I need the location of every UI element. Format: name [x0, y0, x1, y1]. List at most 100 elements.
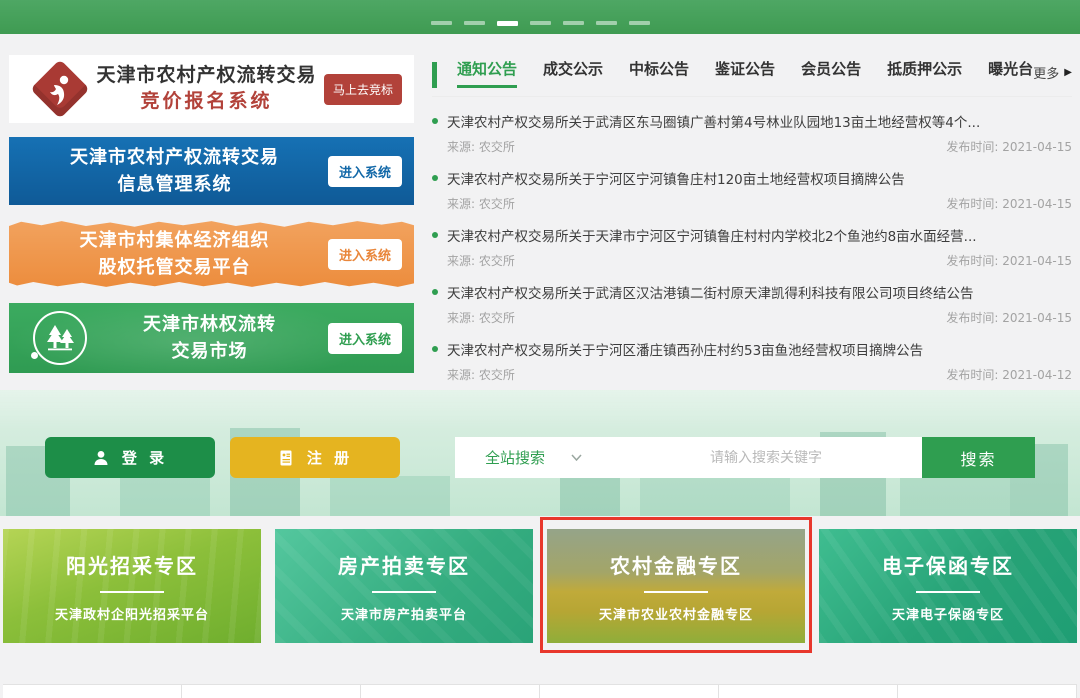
source-label: 来源: — [447, 311, 475, 325]
equity-trusteeship-line1: 天津市村集体经济组织 — [21, 227, 328, 254]
carousel-dot[interactable] — [596, 21, 617, 25]
time-value: 2021-04-15 — [1002, 197, 1072, 211]
login-button[interactable]: 登 录 — [45, 437, 215, 478]
bottom-cell[interactable] — [540, 684, 719, 698]
time-label: 发布时间: — [946, 254, 998, 268]
forest-rights-enter-button[interactable]: 进入系统 — [328, 323, 402, 354]
announcement-title[interactable]: 天津农村产权交易所关于武清区东马圈镇广善村第4号林业队园地13亩土地经营权等4个… — [447, 111, 980, 131]
announcement-meta: 来源: 农交所 发布时间: 2021-04-15 — [432, 252, 1072, 269]
bidding-system-text: 天津市农村产权流转交易 竞价报名系统 — [95, 63, 318, 114]
announcement-source: 来源: 农交所 — [447, 366, 515, 383]
announcement-tab[interactable]: 中标公告 — [629, 58, 689, 88]
hero-section: 登 录 注 册 全站搜索 — [0, 390, 1080, 516]
forest-rights-line2: 交易市场 — [91, 338, 328, 365]
carousel-dot[interactable] — [530, 21, 551, 25]
source-label: 来源: — [447, 254, 475, 268]
bullet-icon — [432, 346, 438, 352]
zone-divider — [916, 591, 980, 593]
time-label: 发布时间: — [946, 368, 998, 382]
bullet-icon — [432, 289, 438, 295]
announcement-title[interactable]: 天津农村产权交易所关于天津市宁河区宁河镇鲁庄村村内学校北2个鱼池约8亩水面经营.… — [447, 225, 977, 245]
zone-title: 阳光招采专区 — [3, 550, 261, 579]
announcement-source: 来源: 农交所 — [447, 195, 515, 212]
more-label: 更多 — [1033, 63, 1059, 82]
bidding-system-card[interactable]: 天津市农村产权流转交易 竞价报名系统 马上去竞标 — [9, 55, 414, 123]
announcement-tab[interactable]: 曝光台 — [988, 58, 1033, 88]
zone-card[interactable]: 电子保函专区 天津电子保函专区 — [819, 529, 1077, 643]
time-label: 发布时间: — [946, 140, 998, 154]
forest-trees-icon — [33, 311, 87, 365]
announcement-tab-bar: 通知公告 成交公示 中标公告 鉴证公告 会员公告 抵质押公示 曝光台 更多 ▶ — [432, 58, 1072, 97]
bidding-system-title: 天津市农村产权流转交易 — [95, 63, 318, 89]
search-bar: 全站搜索 搜索 — [455, 437, 1035, 478]
time-value: 2021-04-15 — [1002, 140, 1072, 154]
info-management-enter-button[interactable]: 进入系统 — [328, 156, 402, 187]
forest-rights-text: 天津市林权流转 交易市场 — [91, 311, 328, 365]
more-link[interactable]: 更多 ▶ — [1033, 63, 1072, 88]
announcement-item[interactable]: 天津农村产权交易所关于宁河区潘庄镇西孙庄村约53亩鱼池经营权项目摘牌公告 来源:… — [432, 339, 1072, 383]
carousel-dot[interactable] — [497, 21, 518, 26]
zone-title: 房产拍卖专区 — [275, 550, 533, 579]
bottom-cell[interactable] — [719, 684, 898, 698]
carousel-dot[interactable] — [563, 21, 584, 25]
homepage: 天津市农村产权流转交易 竞价报名系统 马上去竞标 天津市农村产权流转交易 信息管… — [0, 0, 1080, 698]
zone-card[interactable]: 农村金融专区 天津市农业农村金融专区 — [547, 529, 805, 643]
search-input[interactable] — [610, 450, 922, 466]
announcement-title[interactable]: 天津农村产权交易所关于宁河区宁河镇鲁庄村120亩土地经营权项目摘牌公告 — [447, 168, 905, 188]
announcement-item[interactable]: 天津农村产权交易所关于天津市宁河区宁河镇鲁庄村村内学校北2个鱼池约8亩水面经营.… — [432, 225, 1072, 269]
source-value: 农交所 — [479, 197, 515, 211]
announcement-meta: 来源: 农交所 发布时间: 2021-04-15 — [432, 138, 1072, 155]
announcement-source: 来源: 农交所 — [447, 138, 515, 155]
bottom-cell[interactable] — [182, 684, 361, 698]
time-value: 2021-04-15 — [1002, 311, 1072, 325]
left-column: 天津市农村产权流转交易 竞价报名系统 马上去竞标 天津市农村产权流转交易 信息管… — [9, 55, 414, 373]
announcement-title[interactable]: 天津农村产权交易所关于武清区汉沽港镇二街村原天津凯得利科技有限公司项目终结公告 — [447, 282, 974, 302]
site-logo-icon — [30, 59, 89, 118]
announcement-tab[interactable]: 会员公告 — [801, 58, 861, 88]
announcement-item[interactable]: 天津农村产权交易所关于宁河区宁河镇鲁庄村120亩土地经营权项目摘牌公告 来源: … — [432, 168, 1072, 212]
zone-card[interactable]: 房产拍卖专区 天津市房产拍卖平台 — [275, 529, 533, 643]
zone-card[interactable]: 阳光招采专区 天津政村企阳光招采平台 — [3, 529, 261, 643]
announcement-meta: 来源: 农交所 发布时间: 2021-04-15 — [432, 195, 1072, 212]
announcement-meta: 来源: 农交所 发布时间: 2021-04-12 — [432, 366, 1072, 383]
zone-subtitle: 天津市房产拍卖平台 — [275, 604, 533, 623]
time-label: 发布时间: — [946, 311, 998, 325]
bottom-cell[interactable] — [361, 684, 540, 698]
announcement-item[interactable]: 天津农村产权交易所关于武清区东马圈镇广善村第4号林业队园地13亩土地经营权等4个… — [432, 111, 1072, 155]
search-button[interactable]: 搜索 — [922, 437, 1035, 478]
bullet-icon — [432, 232, 438, 238]
zone-cards: 阳光招采专区 天津政村企阳光招采平台 房产拍卖专区 天津市房产拍卖平台 农村金融… — [3, 529, 1077, 643]
announcement-time: 发布时间: 2021-04-12 — [946, 366, 1072, 383]
announcement-tab[interactable]: 成交公示 — [543, 58, 603, 88]
time-value: 2021-04-15 — [1002, 254, 1072, 268]
equity-trusteeship-enter-button[interactable]: 进入系统 — [328, 239, 402, 270]
info-management-text: 天津市农村产权流转交易 信息管理系统 — [21, 144, 328, 198]
announcement-tabs: 通知公告 成交公示 中标公告 鉴证公告 会员公告 抵质押公示 曝光台 — [457, 58, 1033, 88]
forest-rights-banner[interactable]: 天津市林权流转 交易市场 进入系统 — [9, 303, 414, 373]
zone-subtitle: 天津市农业农村金融专区 — [547, 604, 805, 623]
announcement-item[interactable]: 天津农村产权交易所关于武清区汉沽港镇二街村原天津凯得利科技有限公司项目终结公告 … — [432, 282, 1072, 326]
announcement-tab[interactable]: 鉴证公告 — [715, 58, 775, 88]
time-value: 2021-04-12 — [1002, 368, 1072, 382]
register-button[interactable]: 注 册 — [230, 437, 400, 478]
search-scope-select[interactable]: 全站搜索 — [455, 447, 610, 468]
equity-trusteeship-banner[interactable]: 天津市村集体经济组织 股权托管交易平台 进入系统 — [9, 219, 414, 289]
zone-divider — [100, 591, 164, 593]
announcement-tab[interactable]: 通知公告 — [457, 58, 517, 88]
announcement-tab[interactable]: 抵质押公示 — [887, 58, 962, 88]
bottom-cell[interactable] — [898, 684, 1077, 698]
source-value: 农交所 — [479, 311, 515, 325]
announcement-source: 来源: 农交所 — [447, 309, 515, 326]
bottom-cell[interactable] — [3, 684, 182, 698]
bullet-icon — [432, 175, 438, 181]
info-management-banner[interactable]: 天津市农村产权流转交易 信息管理系统 进入系统 — [9, 137, 414, 205]
announcement-title[interactable]: 天津农村产权交易所关于宁河区潘庄镇西孙庄村约53亩鱼池经营权项目摘牌公告 — [447, 339, 923, 359]
go-bid-button[interactable]: 马上去竞标 — [324, 74, 402, 105]
carousel-dot[interactable] — [629, 21, 650, 25]
source-value: 农交所 — [479, 368, 515, 382]
bullet-icon — [432, 118, 438, 124]
tab-accent-bar — [432, 62, 437, 88]
carousel-dot[interactable] — [431, 21, 452, 25]
carousel-banner[interactable] — [0, 0, 1080, 34]
carousel-dot[interactable] — [464, 21, 485, 25]
